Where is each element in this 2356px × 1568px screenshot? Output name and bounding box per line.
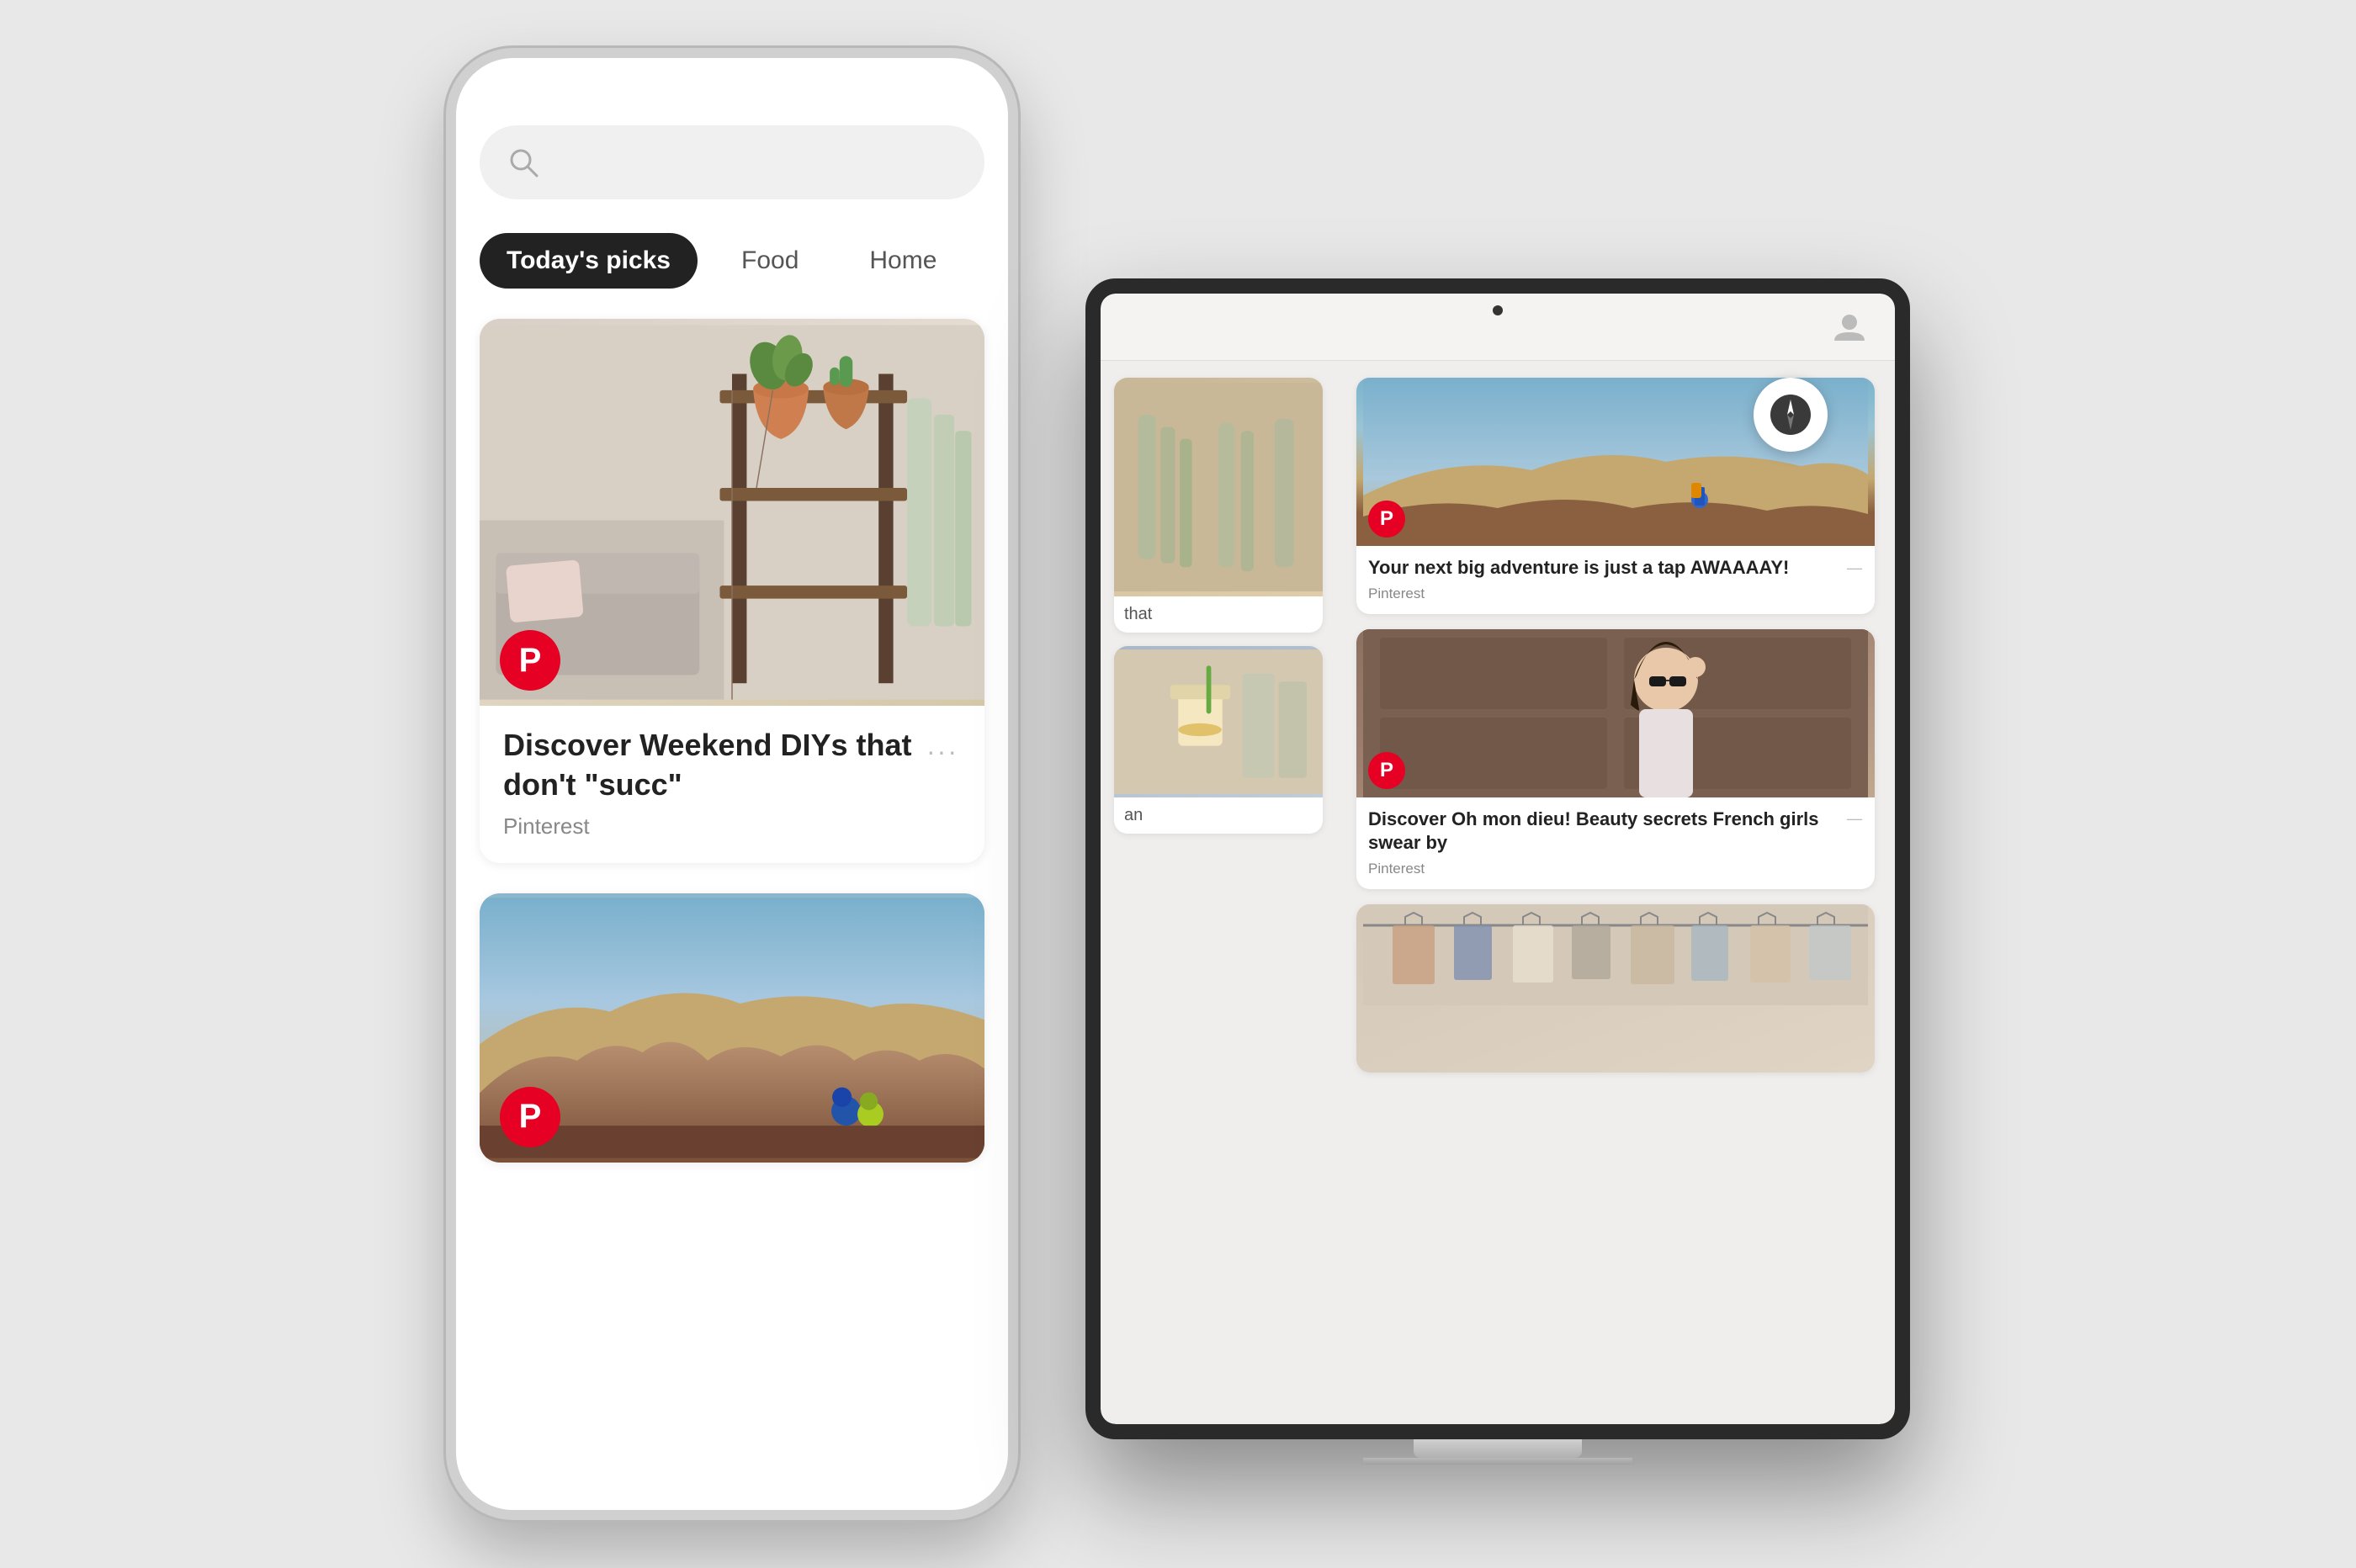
left-coffee-svg — [1114, 646, 1323, 797]
pinterest-badge-2: P — [500, 1087, 560, 1147]
tablet-left-image-2 — [1114, 646, 1323, 797]
tablet-beauty-svg — [1356, 629, 1875, 797]
tablet-adventure-body: Your next big adventure is just a tap AW… — [1356, 546, 1875, 614]
tablet-pinterest-badge-2: P — [1368, 752, 1405, 789]
pinterest-badge-1: P — [500, 630, 560, 691]
tablet-header — [1101, 294, 1895, 361]
tab-womens[interactable]: Women's — [980, 233, 984, 289]
phone-device: Today's picks Food Home Women's — [446, 48, 1018, 1520]
diy-card-body: Discover Weekend DIYs that don't "succ" … — [480, 706, 984, 863]
tablet-beauty-more-button[interactable]: — — [1843, 808, 1866, 831]
tablet-left-card-2: an — [1114, 646, 1323, 834]
tablet-partial-text: that — [1124, 605, 1313, 624]
tablet-right-column: P Your next big adventure is just a tap … — [1336, 361, 1895, 1424]
tablet-adventure-title: Your next big adventure is just a tap AW… — [1368, 556, 1863, 580]
tablet-camera — [1493, 305, 1503, 315]
adventure-card: P — [480, 893, 984, 1163]
tablet-beauty-title: Discover Oh mon dieu! Beauty secrets Fre… — [1368, 808, 1863, 856]
adventure-card-image: P — [480, 893, 984, 1163]
tablet-device: that — [1085, 278, 1910, 1439]
tablet-beauty-card: P Discover Oh mon dieu! Beauty secrets F… — [1356, 629, 1875, 889]
tablet-wrapper: that — [1085, 278, 1910, 1458]
tablet-beauty-body: Discover Oh mon dieu! Beauty secrets Fre… — [1356, 797, 1875, 889]
diy-card-title: Discover Weekend DIYs that don't "succ" — [503, 726, 961, 805]
tablet-adventure-more-button[interactable]: — — [1843, 556, 1866, 580]
phone-content: Today's picks Food Home Women's — [456, 58, 1008, 1163]
diy-card-source: Pinterest — [503, 813, 961, 840]
tablet-adventure-source: Pinterest — [1368, 585, 1863, 602]
tablet-closet-image — [1356, 904, 1875, 1073]
tab-todays-picks[interactable]: Today's picks — [480, 233, 698, 289]
tablet-beauty-image: P — [1356, 629, 1875, 797]
tab-home[interactable]: Home — [842, 233, 963, 289]
tablet-partial-text-2: an — [1124, 806, 1313, 825]
devices-container: Today's picks Food Home Women's — [446, 48, 1910, 1520]
compass-icon — [1769, 393, 1812, 437]
tab-food[interactable]: Food — [714, 233, 825, 289]
search-bar[interactable] — [480, 125, 984, 199]
tablet-closet-svg — [1356, 904, 1875, 1005]
diy-card: P Discover Weekend DIYs that don't "succ… — [480, 319, 984, 863]
compass-button[interactable] — [1754, 378, 1828, 452]
tablet-pinterest-badge-1: P — [1368, 501, 1405, 538]
tablet-stand — [1414, 1439, 1582, 1458]
tablet-left-card-1: that — [1114, 378, 1323, 633]
tablet-screen: that — [1101, 294, 1895, 1424]
tablet-left-card-body-1: that — [1114, 596, 1323, 633]
tablet-left-image-1 — [1114, 378, 1323, 596]
phone-screen: Today's picks Food Home Women's — [456, 58, 1008, 1510]
diy-card-more-button[interactable]: ··· — [921, 729, 964, 773]
user-icon[interactable] — [1831, 309, 1868, 346]
tablet-content: that — [1101, 361, 1895, 1424]
tablet-left-column: that — [1101, 361, 1336, 1424]
category-tabs: Today's picks Food Home Women's — [480, 233, 984, 289]
tablet-left-card-body-2: an — [1114, 797, 1323, 834]
left-bottles-svg — [1114, 378, 1323, 596]
tablet-beauty-source: Pinterest — [1368, 861, 1863, 877]
tablet-closet-card — [1356, 904, 1875, 1073]
diy-card-image: P — [480, 319, 984, 706]
search-icon — [507, 146, 540, 179]
